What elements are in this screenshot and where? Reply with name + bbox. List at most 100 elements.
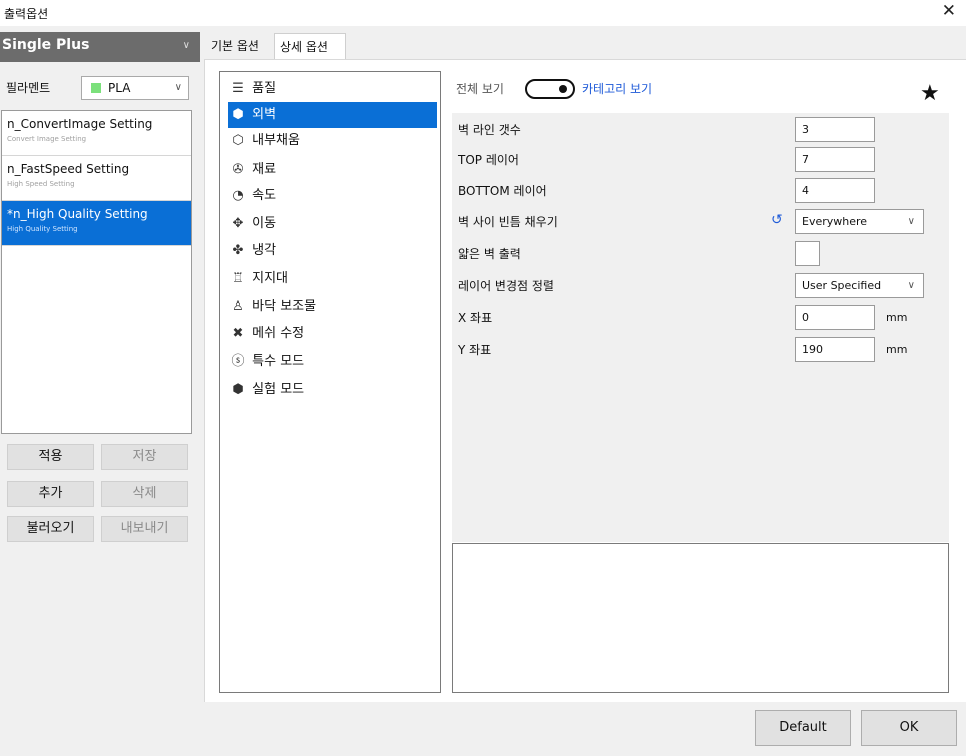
profile-list: n_ConvertImage Setting Convert Image Set…: [1, 110, 192, 434]
chevron-down-icon: ∨: [907, 216, 915, 227]
material-icon: ✇: [232, 162, 244, 177]
printer-select[interactable]: Single Plus ∨: [0, 32, 200, 62]
description-box: [452, 543, 949, 693]
setting-label: 레이어 변경점 정렬: [458, 279, 554, 293]
setting-row-z-seam: 레이어 변경점 정렬 User Specified ∨: [452, 271, 949, 299]
x-coord-input[interactable]: 0: [795, 305, 875, 330]
setting-row-bottom-layers: BOTTOM 레이어 4: [452, 176, 949, 204]
category-item-quality[interactable]: ☰ 품질: [228, 76, 437, 102]
unit-label: mm: [886, 343, 908, 356]
setting-label: Y 좌표: [458, 343, 492, 357]
mesh-fix-icon: ✖: [232, 326, 244, 341]
setting-row-x-coord: X 좌표 0 mm: [452, 303, 949, 331]
delete-button[interactable]: 삭제: [101, 481, 188, 507]
z-seam-value: User Specified: [802, 279, 882, 292]
close-icon[interactable]: ✕: [942, 1, 956, 21]
filament-color-swatch: [91, 83, 101, 93]
category-item-wall[interactable]: ⬢ 외벽: [228, 102, 437, 128]
tab-basic-options[interactable]: 기본 옵션: [206, 33, 274, 59]
setting-row-thin-walls: 얇은 벽 출력: [452, 239, 949, 267]
category-item-support[interactable]: ♖ 지지대: [228, 266, 437, 292]
view-toggle-row: 전체 보기 카테고리 보기 ★: [456, 77, 946, 106]
profile-subtitle: Convert Image Setting: [7, 135, 87, 143]
tab-detail-options[interactable]: 상세 옵션: [274, 33, 346, 59]
setting-row-y-coord: Y 좌표 190 mm: [452, 335, 949, 363]
category-item-infill[interactable]: ⬡ 내부채움: [228, 128, 437, 154]
title-bar: 출력옵션 ✕: [0, 0, 966, 26]
printer-name: Single Plus: [2, 37, 90, 53]
profile-subtitle: High Quality Setting: [7, 225, 78, 233]
filament-label: 필라멘트: [6, 81, 51, 95]
infill-icon: ⬡: [232, 133, 244, 148]
category-label: 실험 모드: [252, 382, 305, 397]
fill-gaps-select[interactable]: Everywhere ∨: [795, 209, 924, 234]
category-label: 특수 모드: [252, 354, 305, 369]
default-button[interactable]: Default: [755, 710, 851, 746]
view-mode-toggle[interactable]: [525, 79, 575, 99]
reset-icon[interactable]: ↺: [771, 212, 783, 228]
profile-subtitle: High Speed Setting: [7, 180, 75, 188]
y-coord-input[interactable]: 190: [795, 337, 875, 362]
chevron-down-icon: ∨: [907, 280, 915, 291]
add-button[interactable]: 추가: [7, 481, 94, 507]
category-label: 품질: [252, 81, 277, 96]
save-button[interactable]: 저장: [101, 444, 188, 470]
fill-gaps-value: Everywhere: [802, 215, 868, 228]
view-all-label: 전체 보기: [456, 82, 504, 96]
category-label: 속도: [252, 188, 277, 203]
unit-label: mm: [886, 311, 908, 324]
profile-item-fast-speed[interactable]: n_FastSpeed Setting High Speed Setting: [2, 156, 191, 201]
category-label: 냉각: [252, 243, 277, 258]
profile-name: n_FastSpeed Setting: [7, 162, 130, 176]
category-list: ☰ 품질 ⬢ 외벽 ⬡ 내부채움 ✇ 재료 ◔ 속도 ✥ 이동 ✤ 냉각 ♖ 지…: [219, 71, 441, 693]
setting-row-top-layers: TOP 레이어 7: [452, 145, 949, 173]
ok-button[interactable]: OK: [861, 710, 957, 746]
bottom-layers-input[interactable]: 4: [795, 178, 875, 203]
chevron-down-icon: ∨: [182, 40, 190, 51]
chevron-down-icon: ∨: [174, 82, 182, 93]
category-item-special-mode[interactable]: ⓢ 특수 모드: [228, 349, 437, 375]
wall-line-count-input[interactable]: 3: [795, 117, 875, 142]
left-panel: Single Plus ∨ 필라멘트 PLA ∨ n_ConvertImage …: [0, 26, 200, 702]
category-item-travel[interactable]: ✥ 이동: [228, 211, 437, 237]
load-button[interactable]: 불러오기: [7, 516, 94, 542]
profile-item-convert-image[interactable]: n_ConvertImage Setting Convert Image Set…: [2, 111, 191, 156]
settings-area: 전체 보기 카테고리 보기 ★ 벽 라인 갯수 3 TOP 레이어 7 BOTT…: [452, 71, 949, 693]
category-label: 내부채움: [252, 133, 300, 148]
support-icon: ♖: [232, 271, 244, 286]
category-item-cooling[interactable]: ✤ 냉각: [228, 238, 437, 264]
z-seam-select[interactable]: User Specified ∨: [795, 273, 924, 298]
top-layers-input[interactable]: 7: [795, 147, 875, 172]
travel-icon: ✥: [232, 216, 244, 231]
setting-label: X 좌표: [458, 311, 493, 325]
filament-select[interactable]: PLA ∨: [81, 76, 189, 100]
category-item-speed[interactable]: ◔ 속도: [228, 183, 437, 209]
settings-panel: 벽 라인 갯수 3 TOP 레이어 7 BOTTOM 레이어 4 벽 사이 빈틈…: [452, 113, 949, 542]
apply-button[interactable]: 적용: [7, 444, 94, 470]
star-icon[interactable]: ★: [920, 81, 940, 106]
setting-label: TOP 레이어: [458, 153, 519, 167]
category-item-experimental[interactable]: ⬢ 실험 모드: [228, 377, 437, 403]
setting-label: 얇은 벽 출력: [458, 247, 521, 261]
thin-walls-checkbox[interactable]: [795, 241, 820, 266]
category-item-adhesion[interactable]: ♙ 바닥 보조물: [228, 294, 437, 320]
setting-row-wall-line-count: 벽 라인 갯수 3: [452, 115, 949, 143]
setting-label: 벽 라인 갯수: [458, 123, 521, 137]
special-mode-icon: ⓢ: [231, 354, 245, 369]
setting-label: BOTTOM 레이어: [458, 184, 547, 198]
experimental-icon: ⬢: [232, 382, 244, 397]
cooling-icon: ✤: [232, 243, 244, 258]
quality-icon: ☰: [232, 81, 244, 96]
export-button[interactable]: 내보내기: [101, 516, 188, 542]
profile-item-high-quality[interactable]: *n_High Quality Setting High Quality Set…: [2, 201, 191, 246]
filament-value: PLA: [108, 81, 131, 95]
window-title: 출력옵션: [4, 7, 49, 21]
category-item-mesh-fix[interactable]: ✖ 메쉬 수정: [228, 321, 437, 347]
category-item-material[interactable]: ✇ 재료: [228, 157, 437, 183]
category-label: 바닥 보조물: [252, 299, 317, 314]
setting-row-fill-gaps: 벽 사이 빈틈 채우기 ↺ Everywhere ∨: [452, 207, 949, 235]
view-category-label: 카테고리 보기: [582, 82, 653, 96]
category-label: 재료: [252, 162, 277, 177]
adhesion-icon: ♙: [232, 299, 244, 314]
profile-name: *n_High Quality Setting: [7, 207, 148, 221]
